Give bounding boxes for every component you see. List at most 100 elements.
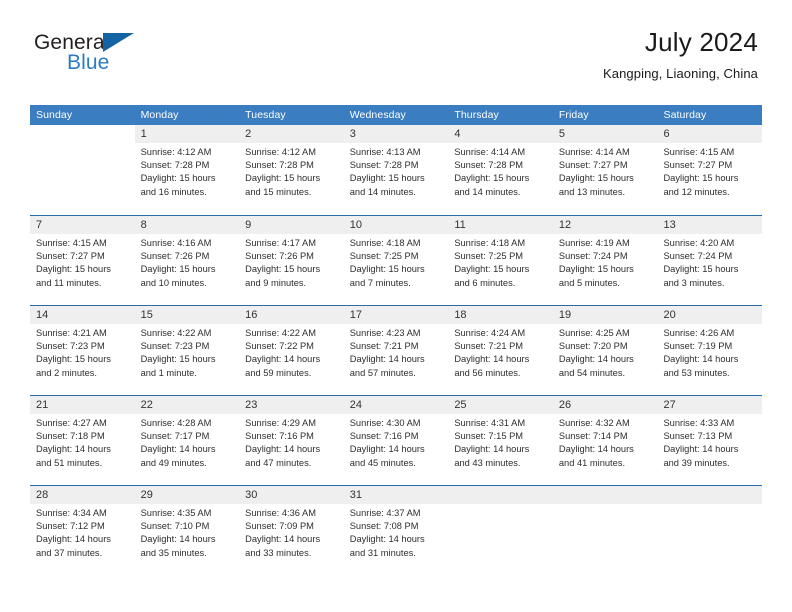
- daylight-text-line2: and 10 minutes.: [140, 277, 207, 288]
- sunrise-text: Sunrise: 4:28 AM: [140, 418, 212, 428]
- day-number: 5: [552, 125, 658, 143]
- calendar-day-cell-22[interactable]: 22 Sunrise: 4:28 AM Sunset: 7:17 PM Dayligh…: [134, 396, 240, 485]
- sunset-text: Sunset: 7:13 PM: [663, 431, 733, 442]
- calendar-day-cell-2[interactable]: 2 Sunrise: 4:12 AM Sunset: 7:28 PM Daylight…: [239, 125, 344, 215]
- daylight-text-line2: and 9 minutes.: [245, 277, 307, 288]
- sunset-text: Sunset: 7:24 PM: [663, 251, 733, 262]
- sunset-text: Sunset: 7:27 PM: [36, 251, 105, 262]
- general-blue-logo[interactable]: General Blue: [34, 28, 134, 73]
- day-of-week-header-row: Sunday Monday Tuesday Wednesday Thursday Frid…: [30, 105, 762, 125]
- day-number: 31: [343, 486, 449, 504]
- sunrise-text: Sunrise: 4:33 AM: [663, 418, 735, 428]
- calendar-day-cell-20[interactable]: 20 Sunrise: 4:26 AM Sunset: 7:19 PM Dayligh…: [657, 306, 763, 395]
- day-number: 12: [552, 216, 658, 234]
- sunset-text: Sunset: 7:28 PM: [140, 160, 210, 171]
- daylight-text-line2: and 2 minutes.: [36, 367, 97, 378]
- calendar-day-cell-7[interactable]: 7 Sunrise: 4:15 AM Sunset: 7:27 PM Daylight…: [30, 216, 135, 305]
- calendar-day-cell-19[interactable]: 19 Sunrise: 4:25 AM Sunset: 7:20 PM Dayligh…: [552, 306, 658, 395]
- calendar-day-cell-4[interactable]: 4 Sunrise: 4:14 AM Sunset: 7:28 PM Daylight…: [448, 125, 553, 215]
- sunrise-text: Sunrise: 4:29 AM: [245, 418, 316, 428]
- calendar-day-cell-5[interactable]: 5 Sunrise: 4:14 AM Sunset: 7:27 PM Daylight…: [552, 125, 658, 215]
- calendar-day-cell-28[interactable]: 28 Sunrise: 4:34 AM Sunset: 7:12 PM Dayligh…: [30, 486, 135, 575]
- day-number: 1: [134, 125, 240, 143]
- sunrise-text: Sunrise: 4:20 AM: [663, 238, 735, 248]
- day-number: 7: [30, 216, 135, 234]
- daylight-text-line2: and 13 minutes.: [558, 186, 626, 197]
- day-details: Sunrise: 4:33 AM Sunset: 7:13 PM Daylight:…: [657, 414, 762, 470]
- calendar-day-cell-29[interactable]: 29 Sunrise: 4:35 AM Sunset: 7:10 PM Dayligh…: [134, 486, 240, 575]
- sunrise-text: Sunrise: 4:19 AM: [558, 238, 630, 248]
- day-details: Sunrise: 4:15 AM Sunset: 7:27 PM Daylight:…: [30, 234, 135, 290]
- calendar-day-cell-26[interactable]: 26 Sunrise: 4:32 AM Sunset: 7:14 PM Dayligh…: [552, 396, 658, 485]
- daylight-text-line1: Daylight: 14 hours: [349, 354, 425, 365]
- day-number: 13: [657, 216, 763, 234]
- calendar-day-cell-empty: [30, 125, 135, 215]
- sunset-text: Sunset: 7:28 PM: [454, 160, 524, 171]
- day-number: 14: [30, 306, 135, 324]
- calendar-day-cell-11[interactable]: 11 Sunrise: 4:18 AM Sunset: 7:25 PM Dayligh…: [448, 216, 553, 305]
- calendar-day-cell-9[interactable]: 9 Sunrise: 4:17 AM Sunset: 7:26 PM Daylight…: [239, 216, 344, 305]
- day-number: 8: [134, 216, 240, 234]
- day-details: Sunrise: 4:23 AM Sunset: 7:21 PM Daylight:…: [344, 324, 449, 380]
- sunset-text: Sunset: 7:14 PM: [558, 431, 628, 442]
- calendar-day-cell-10[interactable]: 10 Sunrise: 4:18 AM Sunset: 7:25 PM Dayligh…: [343, 216, 449, 305]
- daylight-text-line1: Daylight: 15 hours: [36, 354, 111, 365]
- day-details: Sunrise: 4:27 AM Sunset: 7:18 PM Daylight:…: [30, 414, 135, 470]
- calendar-day-cell-12[interactable]: 12 Sunrise: 4:19 AM Sunset: 7:24 PM Dayligh…: [552, 216, 658, 305]
- day-number: [30, 125, 135, 143]
- calendar-weeks: 1 Sunrise: 4:12 AM Sunset: 7:28 PM Daylight…: [30, 125, 763, 575]
- calendar-day-cell-18[interactable]: 18 Sunrise: 4:24 AM Sunset: 7:21 PM Dayligh…: [448, 306, 553, 395]
- day-details: Sunrise: 4:12 AM Sunset: 7:28 PM Daylight:…: [135, 143, 240, 199]
- day-number: 2: [239, 125, 344, 143]
- day-number: 15: [134, 306, 240, 324]
- day-number: 4: [448, 125, 553, 143]
- calendar-day-cell-3[interactable]: 3 Sunrise: 4:13 AM Sunset: 7:28 PM Daylight…: [343, 125, 449, 215]
- daylight-text-line2: and 3 minutes.: [663, 277, 725, 288]
- daylight-text-line1: Daylight: 14 hours: [140, 444, 216, 455]
- daylight-text-line2: and 39 minutes.: [663, 457, 730, 468]
- day-number: 16: [239, 306, 344, 324]
- day-details: Sunrise: 4:15 AM Sunset: 7:27 PM Daylight:…: [657, 143, 762, 199]
- daylight-text-line1: Daylight: 15 hours: [454, 173, 530, 184]
- daylight-text-line1: Daylight: 14 hours: [663, 354, 739, 365]
- page-header: General Blue July 2024 Kangping, Liaonin…: [0, 28, 792, 90]
- sunrise-text: Sunrise: 4:15 AM: [663, 147, 735, 157]
- day-details: Sunrise: 4:34 AM Sunset: 7:12 PM Daylight:…: [30, 504, 135, 560]
- daylight-text-line2: and 33 minutes.: [245, 547, 312, 558]
- sunrise-text: Sunrise: 4:27 AM: [36, 418, 107, 428]
- calendar-day-cell-13[interactable]: 13 Sunrise: 4:20 AM Sunset: 7:24 PM Dayligh…: [657, 216, 763, 305]
- calendar-day-cell-25[interactable]: 25 Sunrise: 4:31 AM Sunset: 7:15 PM Dayligh…: [448, 396, 553, 485]
- daylight-text-line1: Daylight: 14 hours: [140, 534, 216, 545]
- calendar-day-cell-17[interactable]: 17 Sunrise: 4:23 AM Sunset: 7:21 PM Dayligh…: [343, 306, 449, 395]
- calendar-day-cell-23[interactable]: 23 Sunrise: 4:29 AM Sunset: 7:16 PM Dayligh…: [239, 396, 344, 485]
- calendar-day-cell-14[interactable]: 14 Sunrise: 4:21 AM Sunset: 7:23 PM Dayligh…: [30, 306, 135, 395]
- sunrise-text: Sunrise: 4:15 AM: [36, 238, 107, 248]
- sunrise-text: Sunrise: 4:32 AM: [558, 418, 630, 428]
- sunrise-text: Sunrise: 4:34 AM: [36, 508, 107, 518]
- day-details: Sunrise: 4:14 AM Sunset: 7:27 PM Daylight:…: [553, 143, 658, 199]
- daylight-text-line1: Daylight: 14 hours: [245, 444, 321, 455]
- day-header-monday: Monday: [140, 109, 179, 121]
- day-details: Sunrise: 4:13 AM Sunset: 7:28 PM Daylight:…: [344, 143, 449, 199]
- day-number: 23: [239, 396, 344, 414]
- day-number: 3: [343, 125, 449, 143]
- calendar-day-cell-8[interactable]: 8 Sunrise: 4:16 AM Sunset: 7:26 PM Daylight…: [134, 216, 240, 305]
- sunset-text: Sunset: 7:21 PM: [454, 341, 524, 352]
- calendar-day-cell-16[interactable]: 16 Sunrise: 4:22 AM Sunset: 7:22 PM Dayligh…: [239, 306, 344, 395]
- sunset-text: Sunset: 7:12 PM: [36, 521, 105, 532]
- calendar-day-cell-21[interactable]: 21 Sunrise: 4:27 AM Sunset: 7:18 PM Dayligh…: [30, 396, 135, 485]
- calendar-page: General Blue July 2024 Kangping, Liaonin…: [0, 0, 792, 612]
- calendar-day-cell-31[interactable]: 31 Sunrise: 4:37 AM Sunset: 7:08 PM Dayligh…: [343, 486, 449, 575]
- calendar-day-cell-30[interactable]: 30 Sunrise: 4:36 AM Sunset: 7:09 PM Dayligh…: [239, 486, 344, 575]
- day-details: Sunrise: 4:19 AM Sunset: 7:24 PM Daylight:…: [553, 234, 658, 290]
- day-details: Sunrise: 4:20 AM Sunset: 7:24 PM Daylight:…: [657, 234, 762, 290]
- calendar-day-cell-1[interactable]: 1 Sunrise: 4:12 AM Sunset: 7:28 PM Daylight…: [134, 125, 240, 215]
- sunset-text: Sunset: 7:16 PM: [245, 431, 314, 442]
- calendar-day-cell-6[interactable]: 6 Sunrise: 4:15 AM Sunset: 7:27 PM Daylight…: [657, 125, 763, 215]
- calendar-day-cell-15[interactable]: 15 Sunrise: 4:22 AM Sunset: 7:23 PM Dayligh…: [134, 306, 240, 395]
- sunrise-text: Sunrise: 4:35 AM: [140, 508, 212, 518]
- day-details: Sunrise: 4:35 AM Sunset: 7:10 PM Daylight:…: [135, 504, 240, 560]
- calendar-day-cell-27[interactable]: 27 Sunrise: 4:33 AM Sunset: 7:13 PM Dayligh…: [657, 396, 763, 485]
- sunset-text: Sunset: 7:21 PM: [349, 341, 419, 352]
- calendar-day-cell-24[interactable]: 24 Sunrise: 4:30 AM Sunset: 7:16 PM Dayligh…: [343, 396, 449, 485]
